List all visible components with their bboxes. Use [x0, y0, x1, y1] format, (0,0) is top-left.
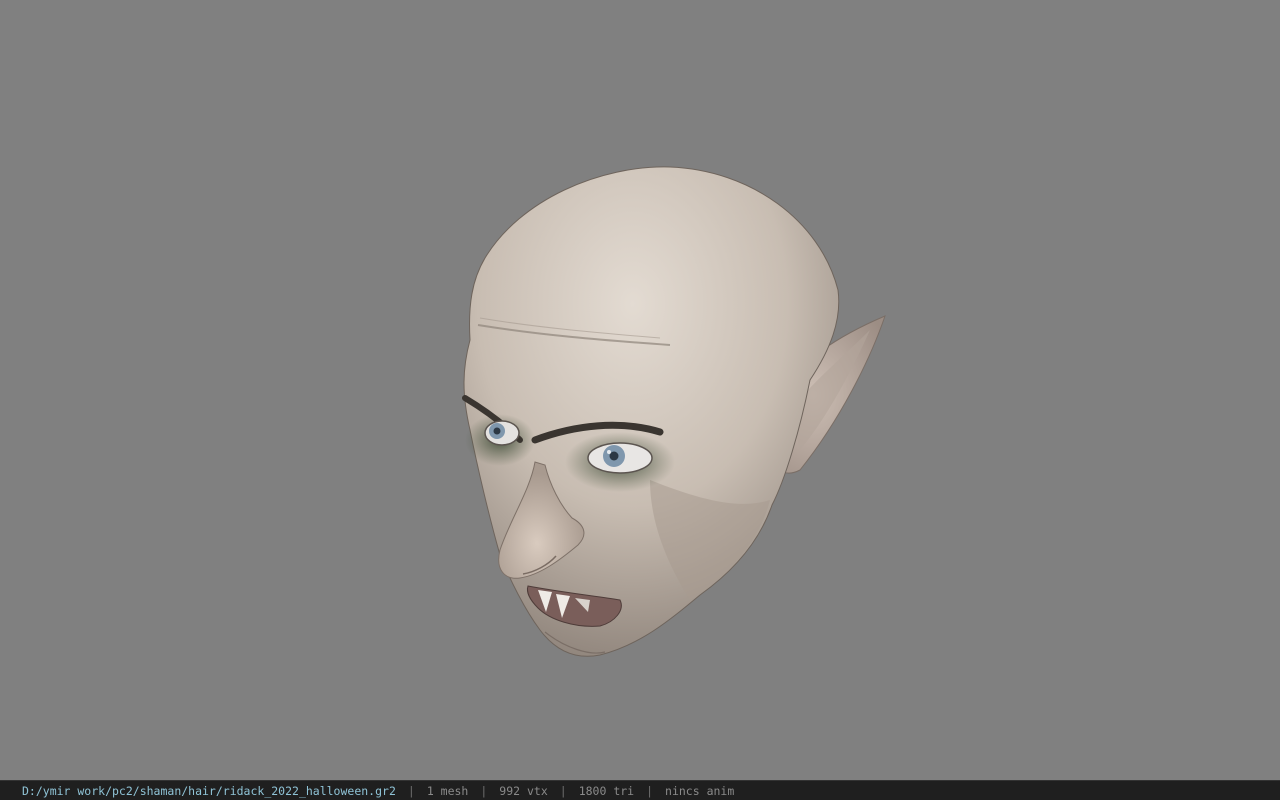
- 3d-viewport[interactable]: [0, 0, 1280, 780]
- status-separator: |: [646, 783, 654, 798]
- vertex-count-label: 992 vtx: [499, 783, 548, 798]
- vampire-head-model[interactable]: [0, 0, 1280, 780]
- animation-status-label: nincs anim: [665, 783, 735, 798]
- triangle-count-label: 1800 tri: [578, 783, 635, 798]
- status-bar: D:/ymir work/pc2/shaman/hair/ridack_2022…: [0, 780, 1280, 800]
- file-path-label: D:/ymir work/pc2/shaman/hair/ridack_2022…: [22, 783, 396, 798]
- status-separator: |: [559, 783, 567, 798]
- status-separator: |: [480, 783, 488, 798]
- mesh-count-label: 1 mesh: [426, 783, 469, 798]
- status-separator: |: [407, 783, 415, 798]
- head-skull: [463, 166, 840, 657]
